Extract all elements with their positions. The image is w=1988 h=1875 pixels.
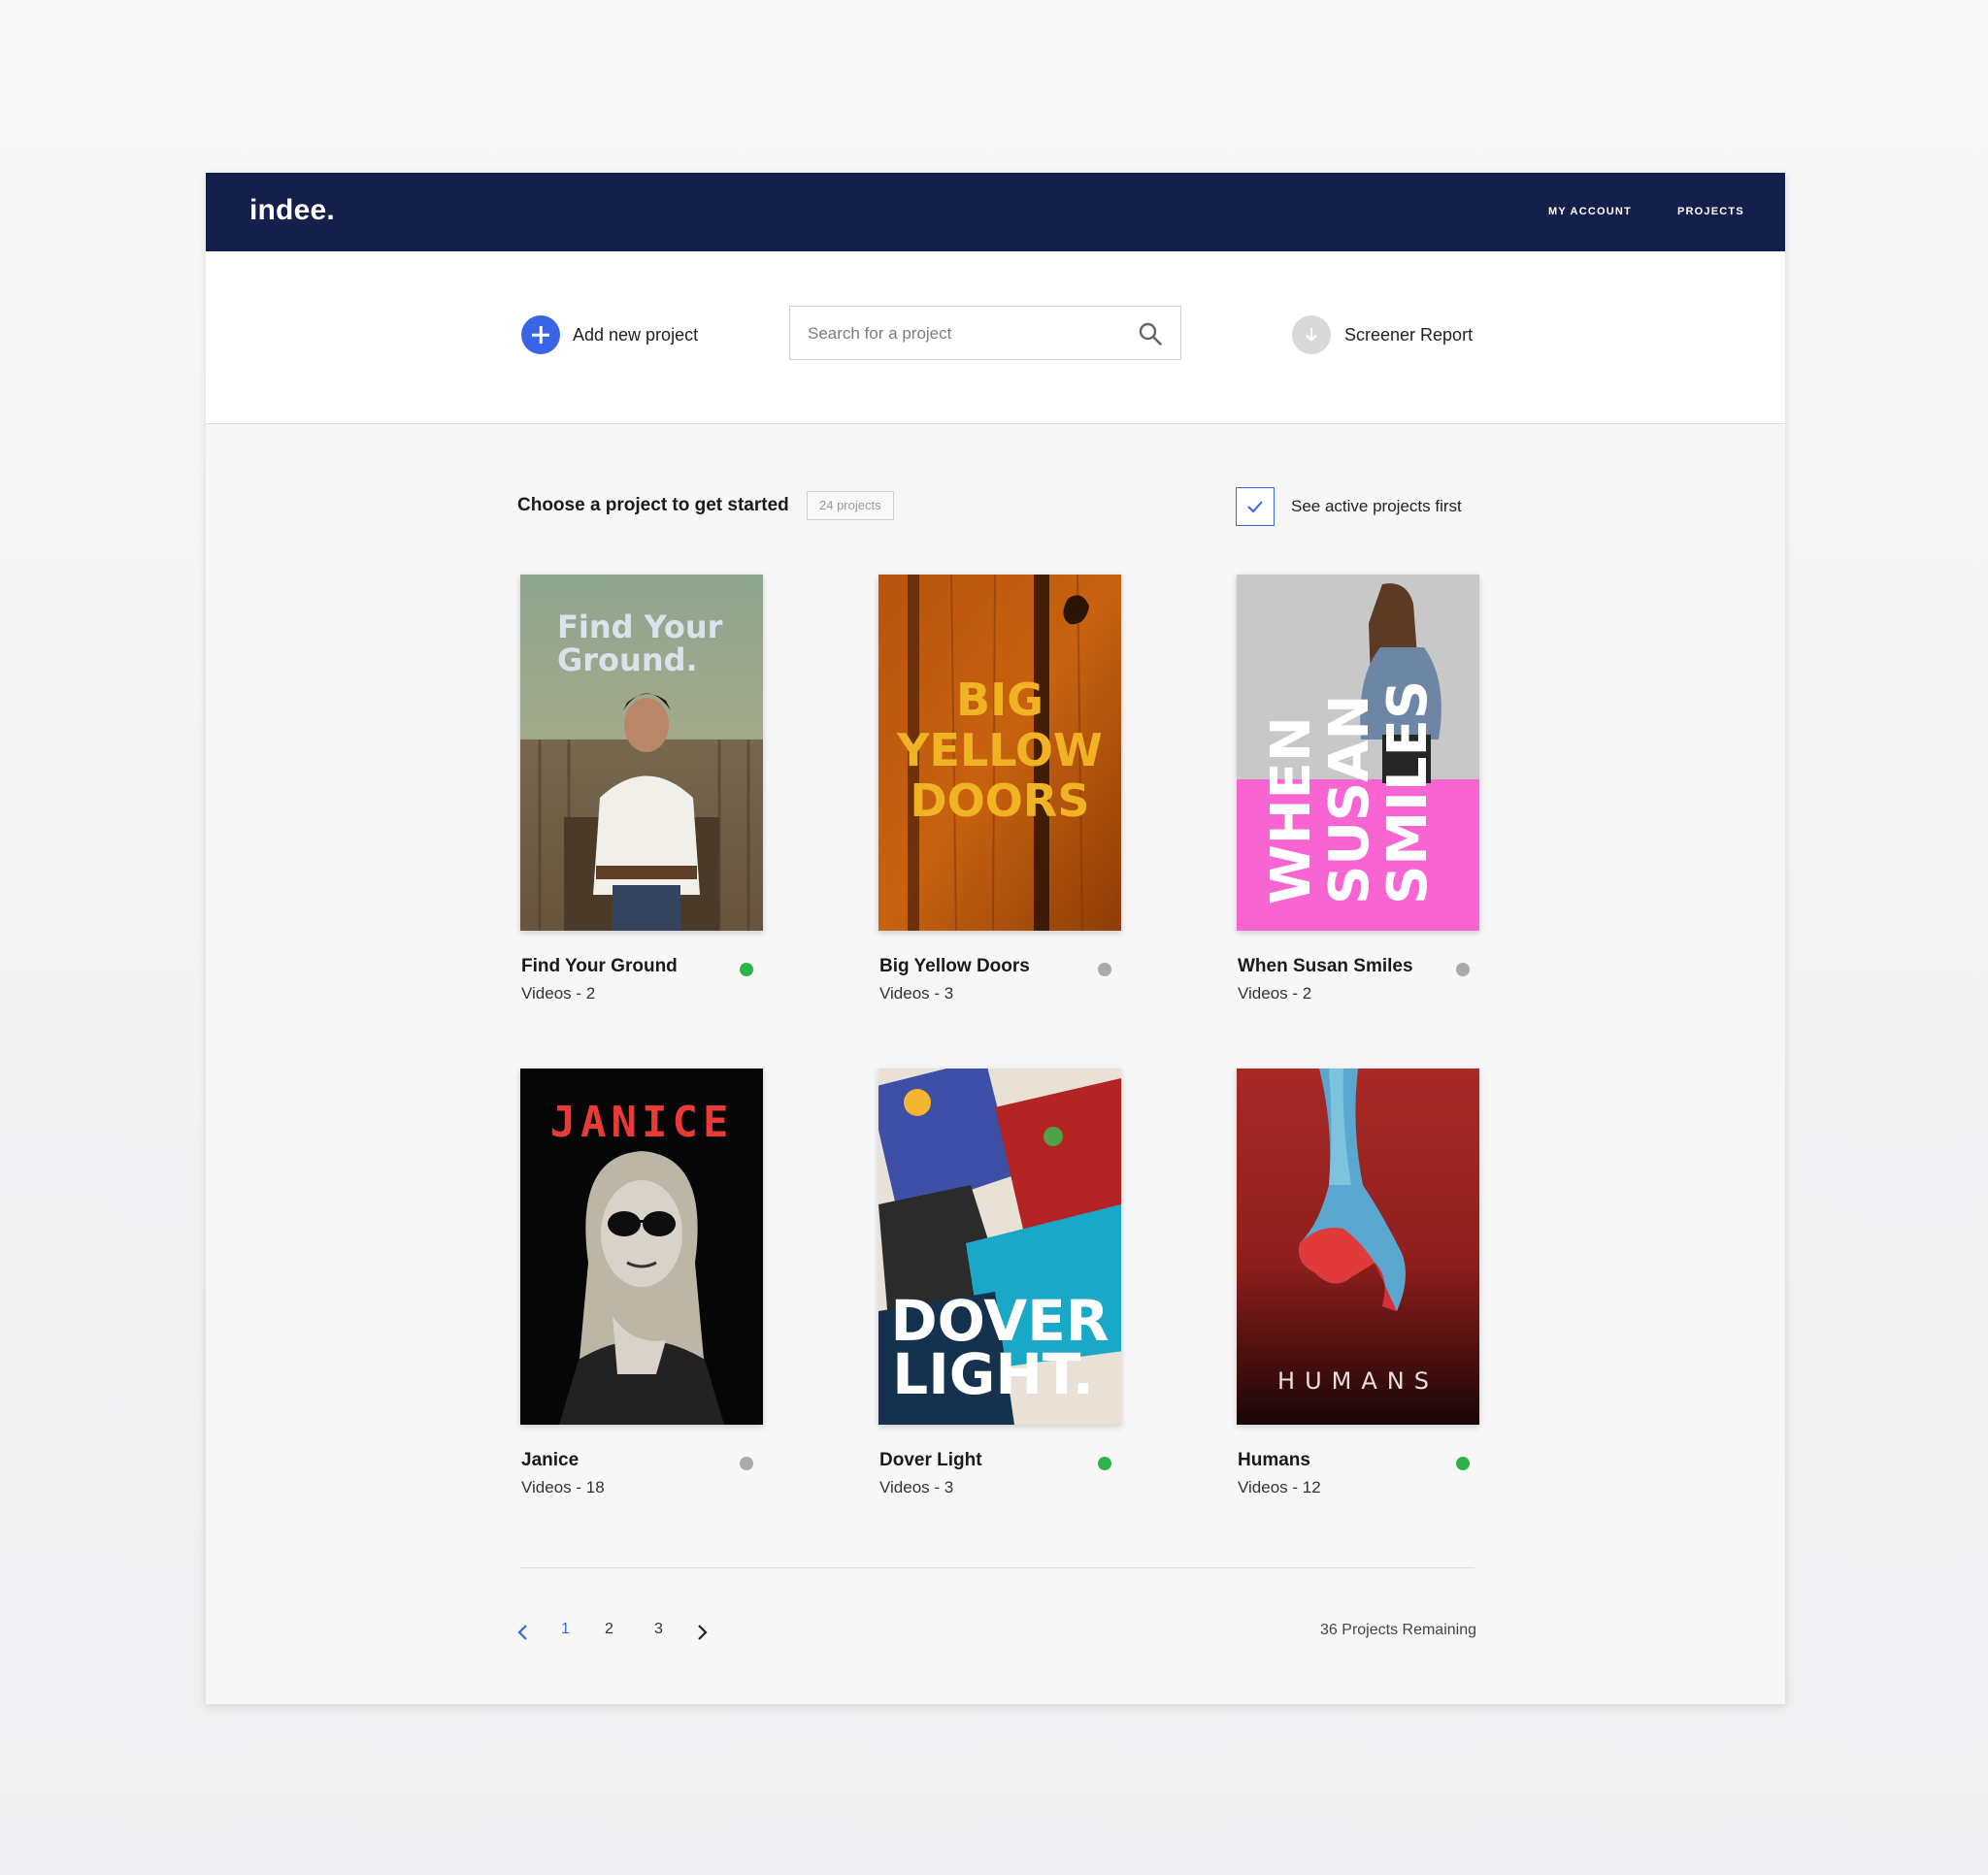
project-count-badge: 24 projects xyxy=(807,491,894,520)
project-title[interactable]: Big Yellow Doors xyxy=(879,956,1030,977)
screener-report-button[interactable]: Screener Report xyxy=(1292,315,1473,354)
search-icon[interactable] xyxy=(1138,321,1163,346)
poster-title-line: BIG xyxy=(956,674,1044,726)
poster-title-line: YELLOW xyxy=(896,724,1103,776)
project-video-count: Videos - 3 xyxy=(879,1478,954,1497)
pagination-divider xyxy=(520,1567,1474,1568)
status-dot-active xyxy=(1098,1457,1111,1470)
poster-title-line: DOORS xyxy=(911,774,1090,827)
check-icon xyxy=(1247,501,1263,513)
search-input[interactable] xyxy=(806,307,1130,361)
page-1[interactable]: 1 xyxy=(561,1621,570,1638)
project-poster[interactable]: HUMANS xyxy=(1237,1069,1479,1425)
download-icon xyxy=(1292,315,1331,354)
project-poster[interactable]: Find Your Ground. xyxy=(520,575,763,931)
status-dot-active xyxy=(1456,1457,1470,1470)
plus-icon xyxy=(521,315,560,354)
chevron-right-icon[interactable] xyxy=(695,1623,709,1642)
screener-report-label: Screener Report xyxy=(1344,324,1474,345)
add-new-project-label: Add new project xyxy=(573,324,699,345)
chevron-left-icon[interactable] xyxy=(516,1623,530,1642)
app-window: indee. MY ACCOUNT PROJECTS Add new proje… xyxy=(206,173,1785,1704)
poster-image-when-susan-smiles: WHEN SUSAN SMILES xyxy=(1237,575,1479,931)
project-poster[interactable]: DOVER LIGHT. xyxy=(878,1069,1121,1425)
nav-projects[interactable]: PROJECTS xyxy=(1677,206,1744,217)
project-poster[interactable]: WHEN SUSAN SMILES xyxy=(1237,575,1479,931)
page-3[interactable]: 3 xyxy=(654,1621,663,1638)
poster-image-big-yellow-doors: BIG YELLOW DOORS xyxy=(878,575,1121,931)
status-dot-inactive xyxy=(740,1457,753,1470)
toolbar: Add new project Screener Report xyxy=(206,251,1785,424)
status-dot-inactive xyxy=(1456,963,1470,976)
search-box xyxy=(789,306,1181,361)
poster-image-find-your-ground: Find Your Ground. xyxy=(520,575,763,931)
project-video-count: Videos - 3 xyxy=(879,984,954,1003)
active-first-checkbox[interactable] xyxy=(1236,487,1275,526)
poster-title-line: Ground. xyxy=(557,641,698,678)
poster-title-line: LIGHT. xyxy=(892,1341,1093,1407)
status-dot-active xyxy=(740,963,753,976)
project-title[interactable]: Janice xyxy=(521,1450,579,1471)
add-new-project-button[interactable]: Add new project xyxy=(521,315,698,354)
active-first-label: See active projects first xyxy=(1291,497,1462,515)
indee-logo[interactable]: indee. xyxy=(249,194,335,227)
project-video-count: Videos - 2 xyxy=(521,984,596,1003)
poster-title-line: HUMANS xyxy=(1277,1367,1439,1395)
project-poster[interactable]: JANICE xyxy=(520,1069,763,1425)
poster-image-janice: JANICE xyxy=(520,1069,763,1425)
nav-my-account[interactable]: MY ACCOUNT xyxy=(1548,206,1632,217)
project-poster[interactable]: BIG YELLOW DOORS xyxy=(878,575,1121,931)
page-title: Choose a project to get started xyxy=(517,495,789,515)
status-dot-inactive xyxy=(1098,963,1111,976)
top-header: indee. MY ACCOUNT PROJECTS xyxy=(206,173,1785,251)
poster-title-line: WHEN xyxy=(1260,716,1323,905)
poster-title-line: SUSAN xyxy=(1318,695,1381,905)
active-first-toggle[interactable]: See active projects first xyxy=(1236,487,1462,526)
project-title[interactable]: Dover Light xyxy=(879,1450,982,1471)
project-video-count: Videos - 12 xyxy=(1238,1478,1321,1497)
poster-image-dover-light: DOVER LIGHT. xyxy=(878,1069,1121,1425)
projects-remaining-label: 36 Projects Remaining xyxy=(1320,1622,1476,1638)
project-title[interactable]: When Susan Smiles xyxy=(1238,956,1413,977)
project-title[interactable]: Find Your Ground xyxy=(521,956,678,977)
project-video-count: Videos - 18 xyxy=(521,1478,605,1497)
poster-title-line: Find Your xyxy=(557,609,723,645)
page-2[interactable]: 2 xyxy=(605,1621,613,1638)
poster-title-line: SMILES xyxy=(1376,680,1440,905)
poster-image-humans: HUMANS xyxy=(1237,1069,1479,1425)
project-title[interactable]: Humans xyxy=(1238,1450,1310,1471)
poster-title-line: JANICE xyxy=(550,1098,734,1147)
project-video-count: Videos - 2 xyxy=(1238,984,1312,1003)
